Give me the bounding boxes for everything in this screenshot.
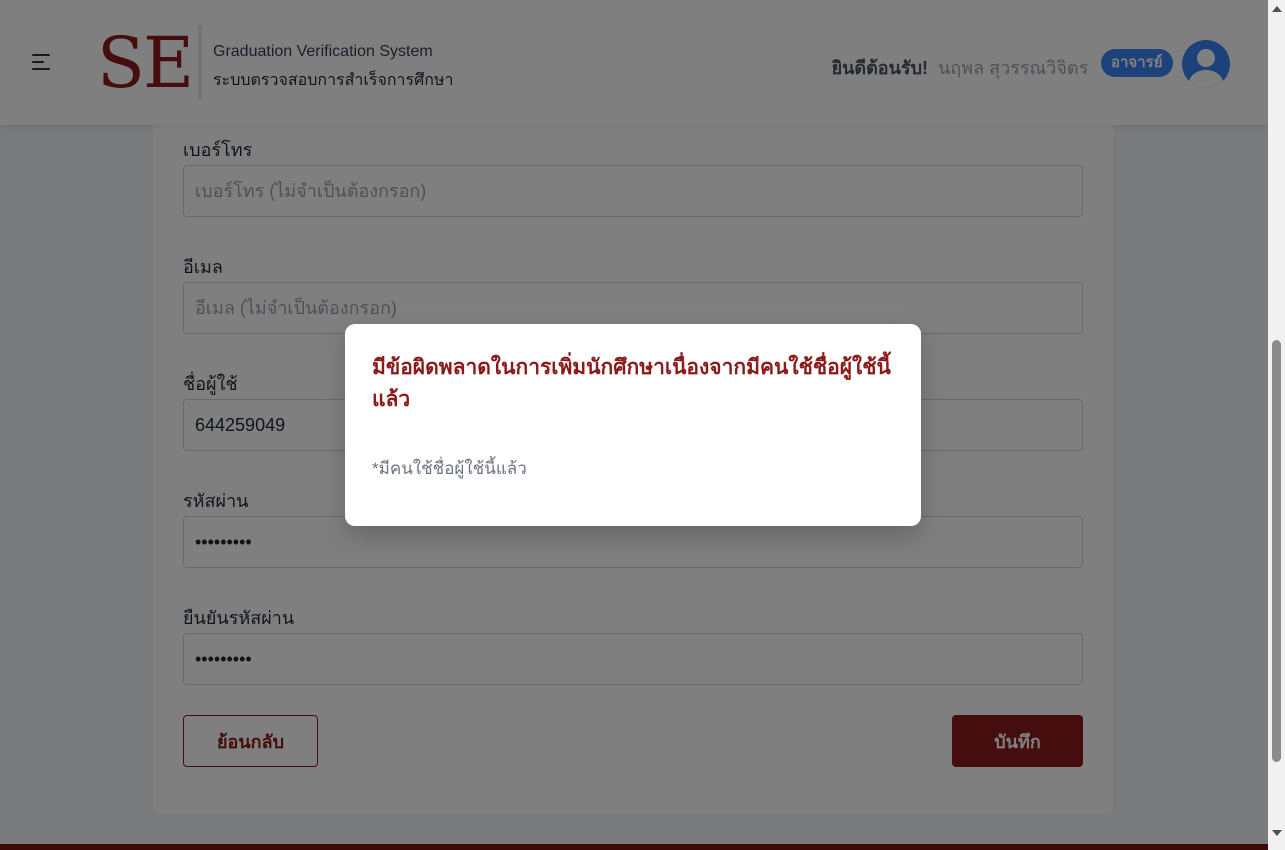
error-dialog: มีข้อผิดพลาดในการเพิ่มนักศึกษาเนื่องจากม… bbox=[345, 324, 921, 526]
error-dialog-message: *มีคนใช้ชื่อผู้ใช้นี้แล้ว bbox=[372, 459, 527, 478]
error-dialog-title: มีข้อผิดพลาดในการเพิ่มนักศึกษาเนื่องจากม… bbox=[372, 356, 891, 411]
page-scrollbar[interactable] bbox=[1268, 0, 1285, 850]
scrollbar-thumb[interactable] bbox=[1272, 340, 1281, 762]
scroll-up-arrow-icon[interactable] bbox=[1272, 6, 1282, 12]
scroll-down-arrow-icon[interactable] bbox=[1272, 830, 1282, 836]
